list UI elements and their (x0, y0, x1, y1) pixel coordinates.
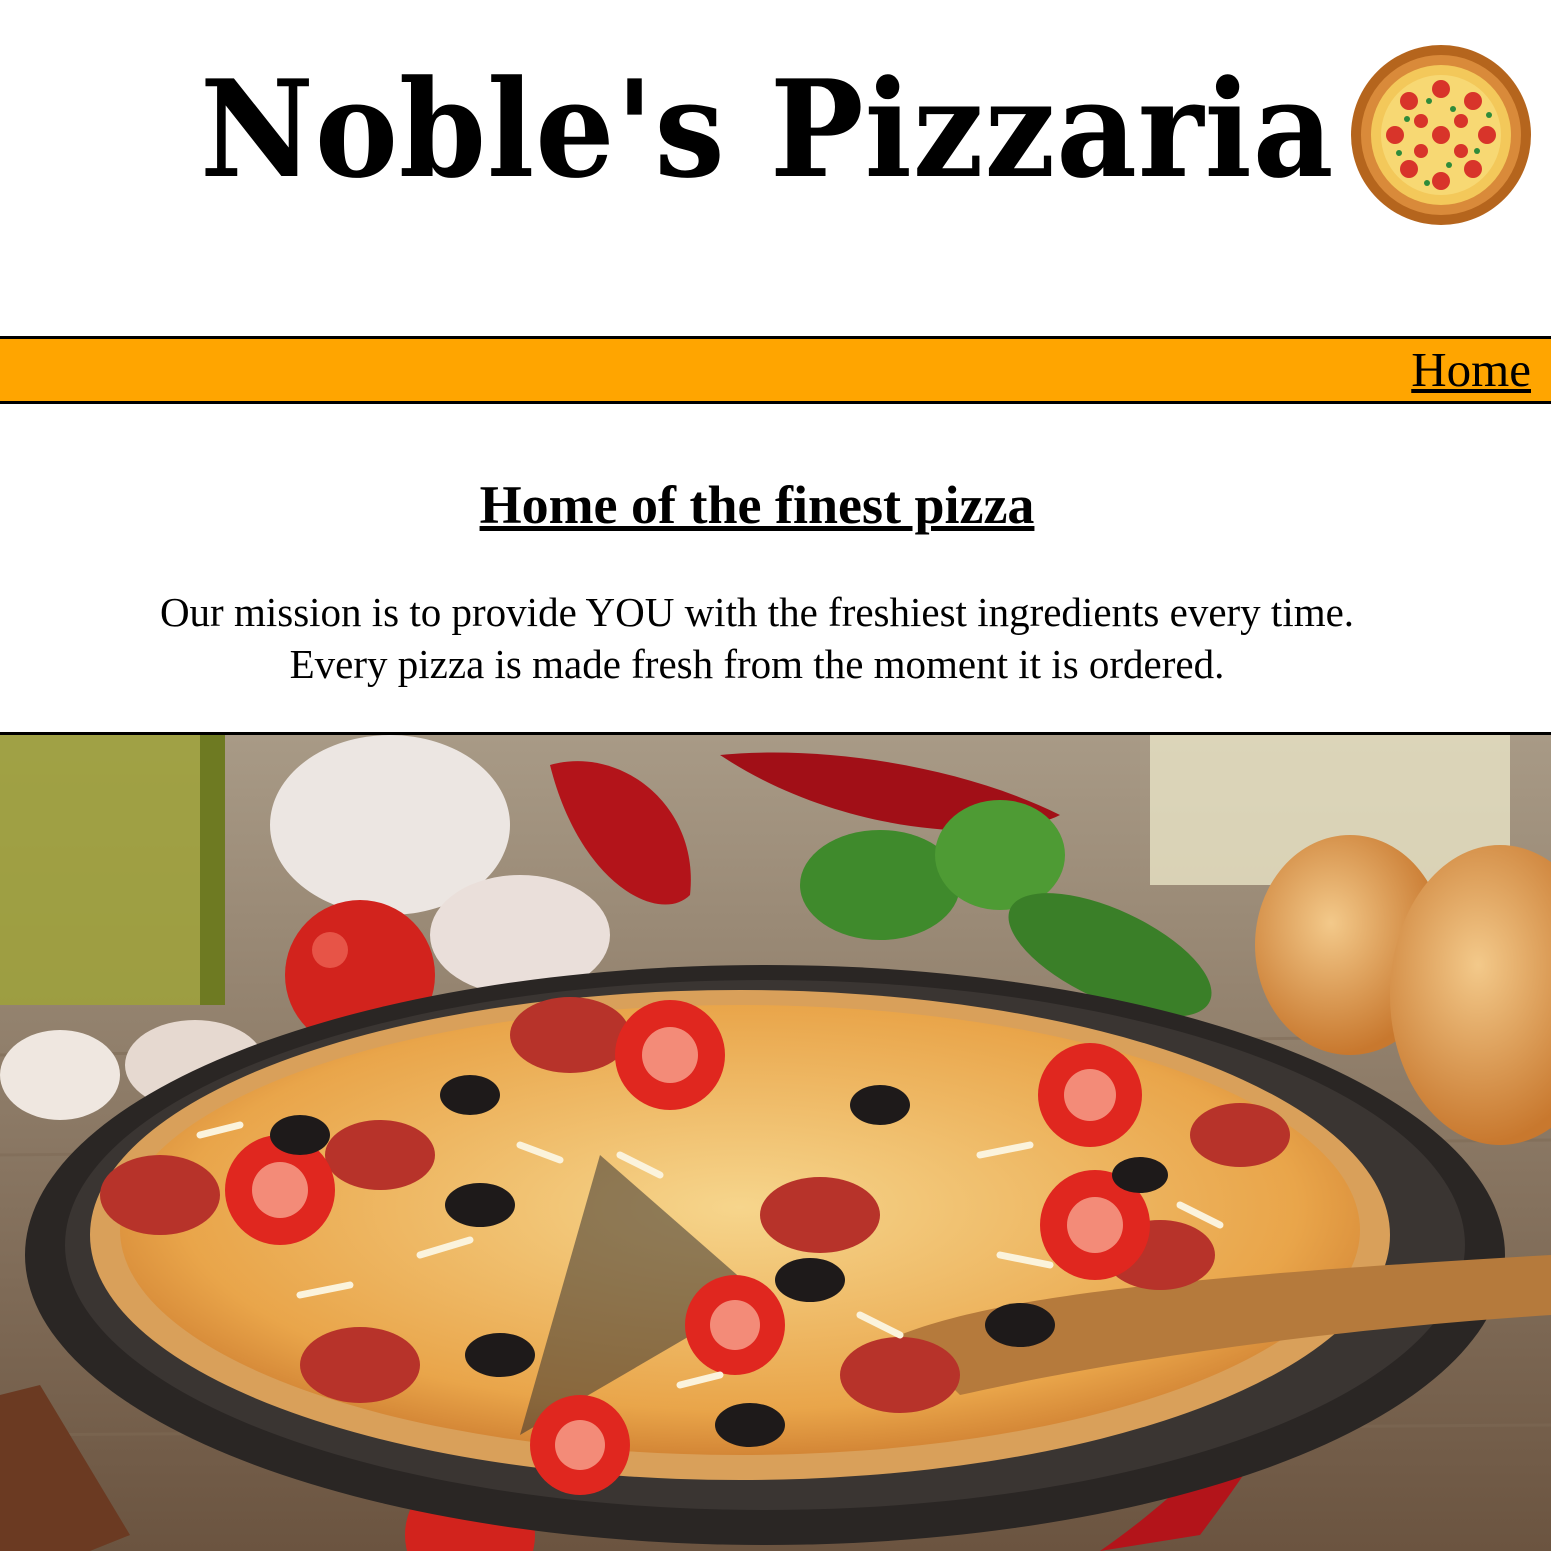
mission-text: Our mission is to provide YOU with the f… (0, 586, 1514, 690)
mission-line-1: Our mission is to provide YOU with the f… (159, 589, 1355, 635)
page-headline: Home of the finest pizza (479, 475, 1035, 535)
pizza-logo-icon (1351, 45, 1531, 225)
nav-bar: Home (0, 336, 1551, 404)
nav-link-home[interactable]: Home (1411, 342, 1531, 398)
site-title: Noble's Pizzaria (200, 50, 1335, 208)
site-header: Noble's Pizzaria (0, 0, 1551, 336)
pizza-hero-image (0, 732, 1551, 1551)
mission-line-2: Every pizza is made fresh from the momen… (289, 641, 1225, 687)
